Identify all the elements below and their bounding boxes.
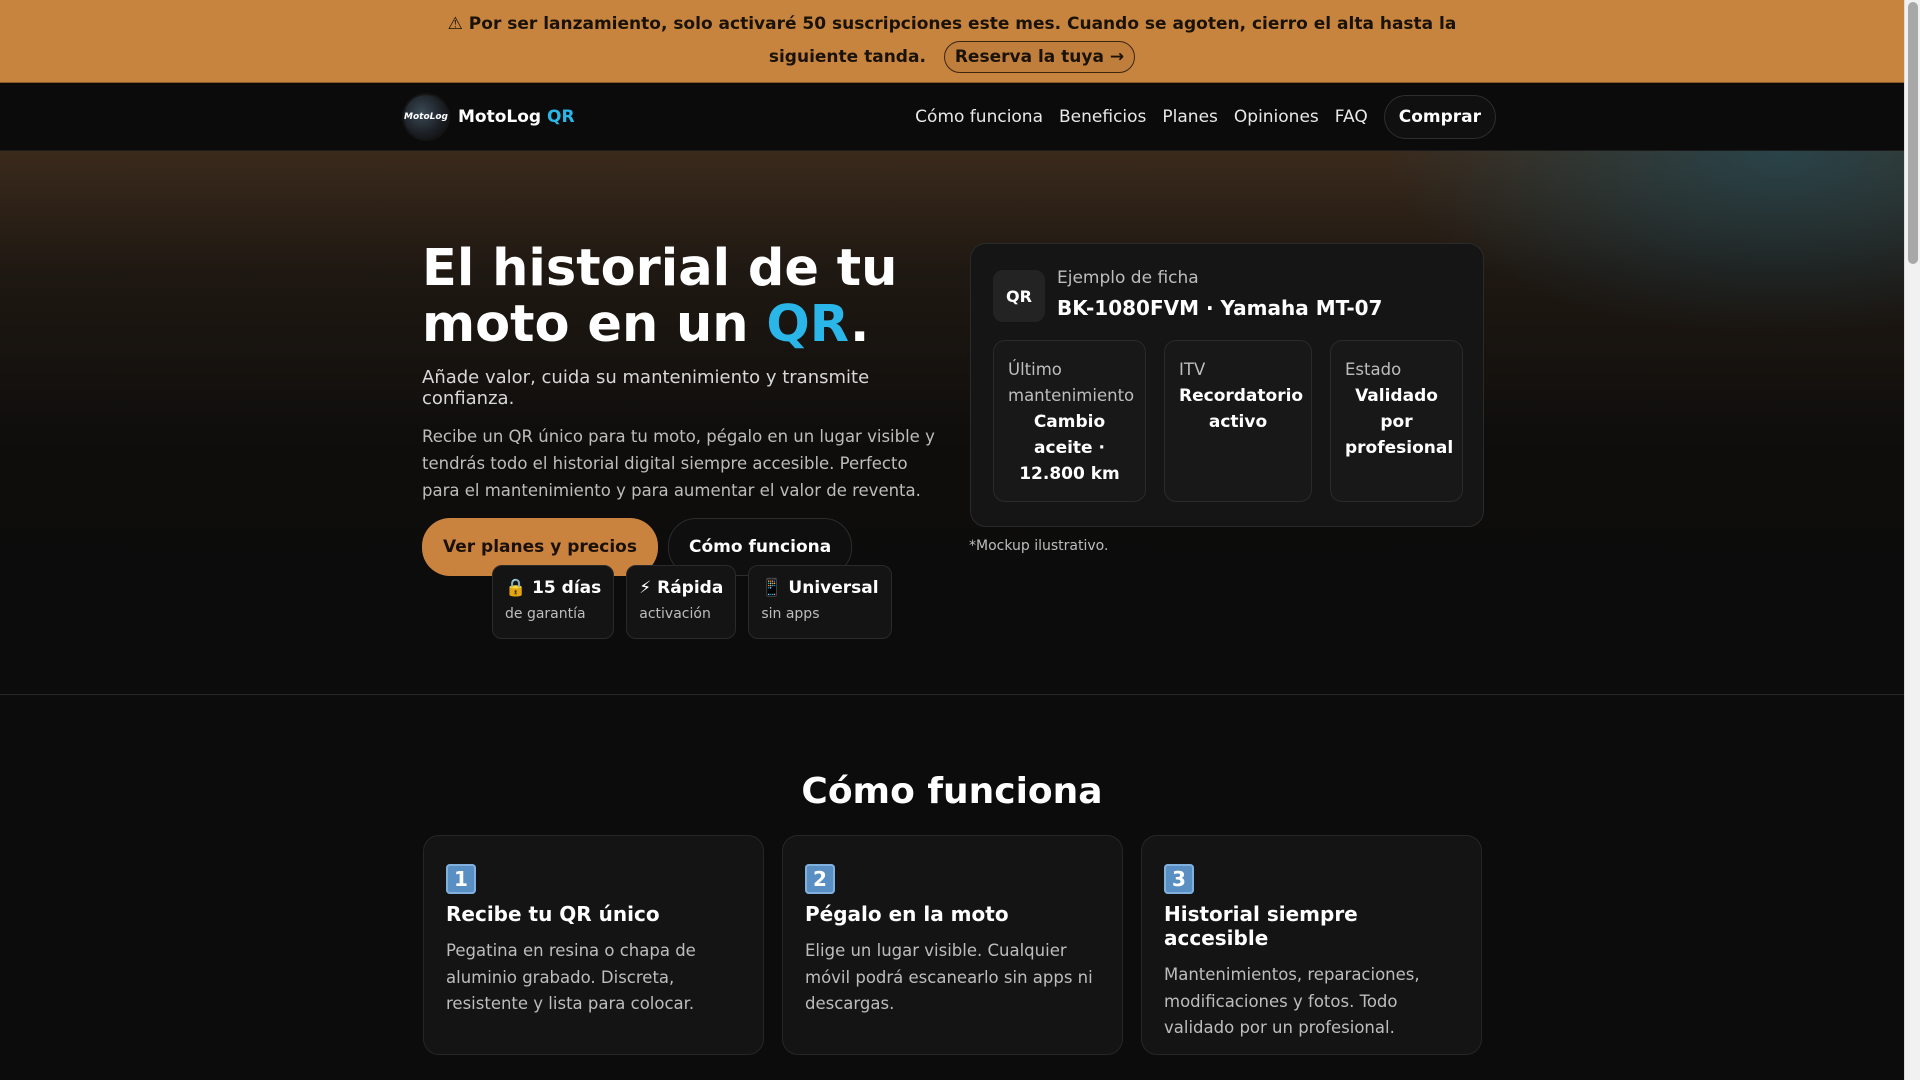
mockup-cells: Último mantenimiento Cambio aceite · 12.… — [993, 340, 1463, 502]
logo-text: MotoLog — [404, 111, 448, 122]
lock-icon: 🔒 — [505, 578, 527, 598]
step-title-3: Historial siempre accesible — [1164, 902, 1358, 950]
hero-section: El historial de tu moto en un QR. Añade … — [0, 151, 1904, 695]
cell-status-value: Validado por profesional — [1345, 386, 1454, 458]
badge-activation-label: Rápida — [657, 578, 724, 598]
mockup-note: *Mockup ilustrativo. — [969, 538, 1109, 554]
step-card-3: 3 Historial siempre accesible Mantenimie… — [1141, 835, 1482, 1055]
record-mockup-card: QR Ejemplo de ficha BK-1080FVM · Yamaha … — [970, 243, 1484, 527]
badge-universal-label: Universal — [788, 578, 879, 598]
brand-name-accent: QR — [547, 106, 575, 127]
nav-link-faq[interactable]: FAQ — [1335, 107, 1368, 127]
keycap-two-icon: 2 — [805, 864, 835, 894]
lightning-icon: ⚡ — [639, 578, 652, 598]
qr-chip: QR — [993, 270, 1045, 322]
mockup-heading: Ejemplo de ficha BK-1080FVM · Yamaha MT-… — [1057, 268, 1383, 320]
hero-title-suffix: . — [849, 295, 870, 354]
brand[interactable]: MotoLog MotoLog QR — [404, 94, 575, 139]
phone-icon: 📱 — [761, 578, 783, 598]
badge-guarantee: 🔒 15 días de garantía — [492, 565, 615, 639]
launch-banner: ⚠ Por ser lanzamiento, solo activaré 50 … — [0, 0, 1904, 83]
badge-universal-sub: sin apps — [761, 606, 820, 622]
hero-title-accent: QR — [766, 295, 850, 354]
step-desc-3: Mantenimientos, reparaciones, modificaci… — [1164, 965, 1420, 1037]
banner-content: ⚠ Por ser lanzamiento, solo activaré 50 … — [417, 8, 1487, 74]
badge-activation-title: ⚡ Rápida — [639, 578, 723, 598]
step-card-2: 2 Pégalo en la moto Elige un lugar visib… — [782, 835, 1123, 1055]
cell-last-maintenance: Último mantenimiento Cambio aceite · 12.… — [993, 340, 1146, 502]
hero-description: Recibe un QR único para tu moto, pégalo … — [422, 427, 935, 500]
keycap-one-icon: 1 — [446, 864, 476, 894]
badge-activation-sub: activación — [639, 606, 711, 622]
cell-itv-label: ITV — [1179, 360, 1206, 379]
buy-button[interactable]: Comprar — [1383, 94, 1496, 139]
step-title-2: Pégalo en la moto — [805, 902, 1009, 926]
section-title: Cómo funciona — [801, 771, 1103, 812]
nav-link-opiniones[interactable]: Opiniones — [1234, 107, 1319, 127]
badge-universal: 📱 Universal sin apps — [748, 565, 892, 639]
step-title-1: Recibe tu QR único — [446, 902, 660, 926]
nav-link-como-funciona[interactable]: Cómo funciona — [915, 107, 1043, 127]
badge-activation: ⚡ Rápida activación — [626, 565, 737, 639]
step-desc-1: Pegatina en resina o chapa de aluminio g… — [446, 941, 696, 1013]
scrollbar-thumb[interactable] — [1908, 2, 1918, 264]
cell-last-maintenance-value: Cambio aceite · 12.800 km — [1019, 412, 1120, 484]
cell-status: Estado Validado por profesional — [1330, 340, 1463, 502]
hero-title-line2: moto en un — [422, 295, 767, 354]
hero-title-line1: El historial de tu — [422, 239, 898, 298]
step-card-1: 1 Recibe tu QR único Pegatina en resina … — [423, 835, 764, 1055]
cell-last-maintenance-label: Último mantenimiento — [1008, 360, 1135, 405]
top-nav: MotoLog MotoLog QR Cómo funciona Benefic… — [0, 83, 1904, 151]
vertical-scrollbar[interactable] — [1904, 0, 1920, 1080]
hero-subtitle: Añade valor, cuida su mantenimiento y tr… — [422, 367, 870, 409]
reserve-button[interactable]: Reserva la tuya → — [943, 41, 1136, 73]
badge-guarantee-sub: de garantía — [505, 606, 586, 622]
hero-title: El historial de tu moto en un QR. — [422, 241, 942, 353]
cell-itv-value: Recordatorio activo — [1179, 386, 1304, 432]
step-desc-2: Elige un lugar visible. Cualquier móvil … — [805, 941, 1093, 1013]
badge-universal-title: 📱 Universal — [761, 578, 878, 598]
cell-itv: ITV Recordatorio activo — [1164, 340, 1312, 502]
mockup-header: QR Ejemplo de ficha BK-1080FVM · Yamaha … — [993, 268, 1461, 322]
landing-page: ⚠ Por ser lanzamiento, solo activaré 50 … — [0, 0, 1904, 1080]
steps-row: 1 Recibe tu QR único Pegatina en resina … — [423, 835, 1482, 1055]
hero-copy: El historial de tu moto en un QR. Añade … — [422, 241, 942, 576]
keycap-three-icon: 3 — [1164, 864, 1194, 894]
badge-guarantee-label: 15 días — [532, 578, 602, 598]
hero-badges: 🔒 15 días de garantía ⚡ Rápida activació… — [492, 565, 892, 639]
mockup-label: Ejemplo de ficha — [1057, 268, 1199, 288]
badge-guarantee-title: 🔒 15 días — [505, 578, 601, 598]
nav-link-beneficios[interactable]: Beneficios — [1059, 107, 1146, 127]
brand-name: MotoLog QR — [458, 107, 575, 127]
brand-name-main: MotoLog — [458, 106, 542, 127]
how-it-works-section: Cómo funciona 1 Recibe tu QR único Pegat… — [0, 695, 1904, 1080]
nav-menu: Cómo funciona Beneficios Planes Opinione… — [915, 94, 1496, 139]
cell-status-label: Estado — [1345, 360, 1402, 379]
nav-link-planes[interactable]: Planes — [1162, 107, 1217, 127]
brand-logo: MotoLog — [404, 94, 448, 139]
mockup-title: BK-1080FVM · Yamaha MT-07 — [1057, 296, 1383, 320]
